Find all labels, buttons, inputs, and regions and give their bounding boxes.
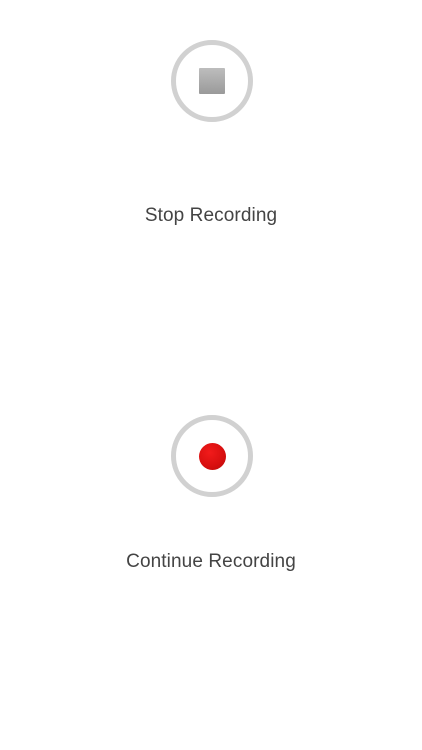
stop-square-icon bbox=[199, 68, 225, 94]
record-dot-icon bbox=[198, 442, 226, 470]
stop-recording-label[interactable]: Stop Recording bbox=[0, 205, 422, 227]
continue-recording-button[interactable] bbox=[171, 415, 253, 497]
continue-recording-label[interactable]: Continue Recording bbox=[0, 551, 422, 573]
stop-recording-button[interactable] bbox=[171, 40, 253, 122]
